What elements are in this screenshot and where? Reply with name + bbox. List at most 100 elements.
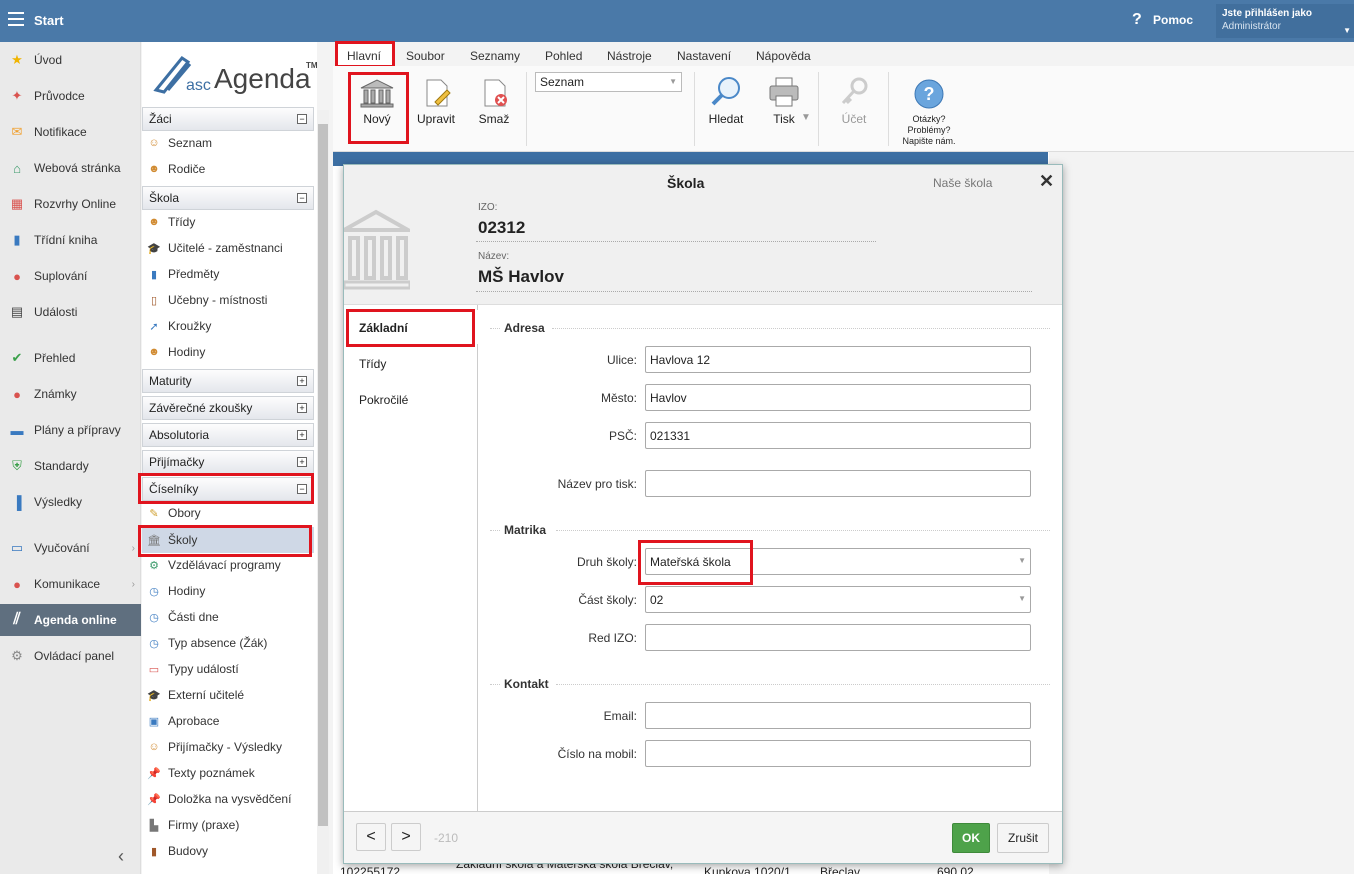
mobile-input[interactable] [645,740,1031,767]
help-icon[interactable]: ? [1132,11,1142,29]
nav-vysledky[interactable]: ▐ Výsledky [0,489,141,515]
print-button[interactable]: Tisk [764,76,804,126]
prev-record-button[interactable]: < [356,823,386,851]
nav-standardy[interactable]: ⛨ Standardy [0,453,141,479]
nav-webova-stranka[interactable]: ⌂ Webová stránka [0,155,141,181]
nav-notifikace[interactable]: ✉ Notifikace [0,119,141,145]
tab-seznamy[interactable]: Seznamy [470,49,520,63]
sidebar-item-externi-ucitele[interactable]: 🎓 Externí učitelé [142,682,314,708]
view-select[interactable]: Seznam ▼ [535,72,682,92]
nav-prehled[interactable]: ✔ Přehled [0,345,141,371]
graduation-cap-icon: 🎓 [147,242,161,255]
ok-button[interactable]: OK [952,823,990,853]
group-prijimacky[interactable]: Přijímačky + [142,450,314,474]
sidebar-item-ucebny[interactable]: ▯ Učebny - místnosti [142,287,314,313]
briefcase-icon: ▬ [10,422,24,438]
nav-pruvodce[interactable]: ✦ Průvodce [0,83,141,109]
calendar-icon: ▤ [10,304,24,319]
nav-udalosti[interactable]: ▤ Události [0,299,141,325]
expand-icon[interactable]: + [297,430,307,440]
expand-icon[interactable]: + [297,403,307,413]
nav-ovladaci-panel[interactable]: ⚙ Ovládací panel [0,643,141,669]
school-part-select[interactable]: 02 ▼ [645,586,1031,613]
sidebar-item-vzdelavaci-programy[interactable]: ⚙ Vzdělávací programy [142,552,314,578]
sidebar-item-typ-absence[interactable]: ◷ Typ absence (Žák) [142,630,314,656]
sidebar-item-aprobace[interactable]: ▣ Aprobace [142,708,314,734]
sidebar-item-obory[interactable]: ✎ Obory [142,500,314,526]
sidebar-item-tridy[interactable]: ☻ Třídy [142,209,314,235]
help-link[interactable]: Pomoc [1153,13,1193,27]
delete-button[interactable]: Smaž [474,78,514,126]
group-label: Přijímačky [149,455,205,469]
hamburger-menu-icon[interactable] [8,12,24,26]
bar-chart-icon: ▐ [12,494,22,510]
sidebar-item-hodiny[interactable]: ☻ Hodiny [142,339,314,365]
nav-znamky[interactable]: ● Známky [0,381,141,407]
nav-plany[interactable]: ▬ Plány a přípravy [0,417,141,443]
close-icon[interactable]: ✕ [1039,171,1054,192]
highlight-new [348,72,409,144]
sidebar-item-budovy[interactable]: ▮ Budovy [142,838,314,864]
sidebar-item-rodice[interactable]: ☻ Rodiče [142,156,314,182]
tab-soubor[interactable]: Soubor [406,49,445,63]
school-type-label: Druh školy: [576,555,637,569]
expand-icon[interactable]: + [297,376,307,386]
nav-vyucovani[interactable]: ▭ Vyučování › [0,535,141,561]
sidebar-item-krouzky[interactable]: ➚ Kroužky [142,313,314,339]
dialog-tab-tridy[interactable]: Třídy [359,357,386,371]
nav-agenda-online[interactable]: ⫽ Agenda online [0,604,141,636]
city-input[interactable]: Havlov [645,384,1031,411]
cancel-button[interactable]: Zrušit [997,823,1049,853]
item-label: Budovy [168,844,209,858]
start-label[interactable]: Start [34,13,64,28]
account-button[interactable]: Účet [836,76,872,126]
nav-suplovani[interactable]: ● Suplování [0,263,141,289]
tab-napoveda[interactable]: Nápověda [756,49,811,63]
print-dropdown-icon[interactable]: ▼ [801,112,811,123]
sidebar-item-firmy[interactable]: ▙ Firmy (praxe) [142,812,314,838]
tab-pohled[interactable]: Pohled [545,49,582,63]
sidebar-item-predmety[interactable]: ▮ Předměty [142,261,314,287]
user-menu[interactable]: Jste přihlášen jako Administrátor ▼ [1216,4,1354,38]
sidebar-item-hodiny-2[interactable]: ◷ Hodiny [142,578,314,604]
nav-uvod[interactable]: ★ Úvod [0,47,141,73]
tab-nastaveni[interactable]: Nastavení [677,49,731,63]
scrollbar-thumb[interactable] [318,124,328,826]
help-contact-button[interactable]: ? Otázky? Problémy? Napište nám. [900,78,958,147]
highlight-school-type [638,540,753,585]
expand-icon[interactable]: + [297,457,307,467]
street-input[interactable]: Havlova 12 [645,346,1031,373]
ribbon-separator [888,72,889,146]
chevron-down-icon: ▼ [669,77,677,86]
group-maturity[interactable]: Maturity + [142,369,314,393]
red-izo-input[interactable] [645,624,1031,651]
print-name-input[interactable] [645,470,1031,497]
collapse-icon[interactable]: − [297,114,307,124]
red-izo-label: Red IZO: [588,631,637,645]
sidebar-item-prijimacky-vysledky[interactable]: ☺ Přijímačky - Výsledky [142,734,314,760]
divider [476,291,1032,292]
nav-tridni-kniha[interactable]: ▮ Třídní kniha [0,227,141,253]
sidebar-scrollbar[interactable] [317,110,329,874]
dialog-tab-pokrocile[interactable]: Pokročilé [359,393,408,407]
nav-rozvrhy[interactable]: ▦ Rozvrhy Online [0,191,141,217]
sidebar-item-typy-udalosti[interactable]: ▭ Typy událostí [142,656,314,682]
sidebar-item-texty-poznamek[interactable]: 📌 Texty poznámek [142,760,314,786]
group-skola[interactable]: Škola − [142,186,314,210]
group-zaci[interactable]: Žáci − [142,107,314,131]
search-button[interactable]: Hledat [706,76,746,126]
sidebar-item-dolozka[interactable]: 📌 Doložka na vysvědčení [142,786,314,812]
email-input[interactable] [645,702,1031,729]
zip-input[interactable]: 021331 [645,422,1031,449]
group-zaverecne-zkousky[interactable]: Závěrečné zkoušky + [142,396,314,420]
edit-button[interactable]: Upravit [414,78,458,126]
sidebar-item-ucitele[interactable]: 🎓 Učitelé - zaměstnanci [142,235,314,261]
next-record-button[interactable]: > [391,823,421,851]
group-absolutoria[interactable]: Absolutoria + [142,423,314,447]
nav-komunikace[interactable]: ● Komunikace › [0,571,141,597]
collapse-icon[interactable]: − [297,193,307,203]
collapse-nav-icon[interactable]: ‹ [118,846,124,867]
tab-nastroje[interactable]: Nástroje [607,49,652,63]
sidebar-item-seznam[interactable]: ☺ Seznam [142,130,314,156]
sidebar-item-casti-dne[interactable]: ◷ Části dne [142,604,314,630]
